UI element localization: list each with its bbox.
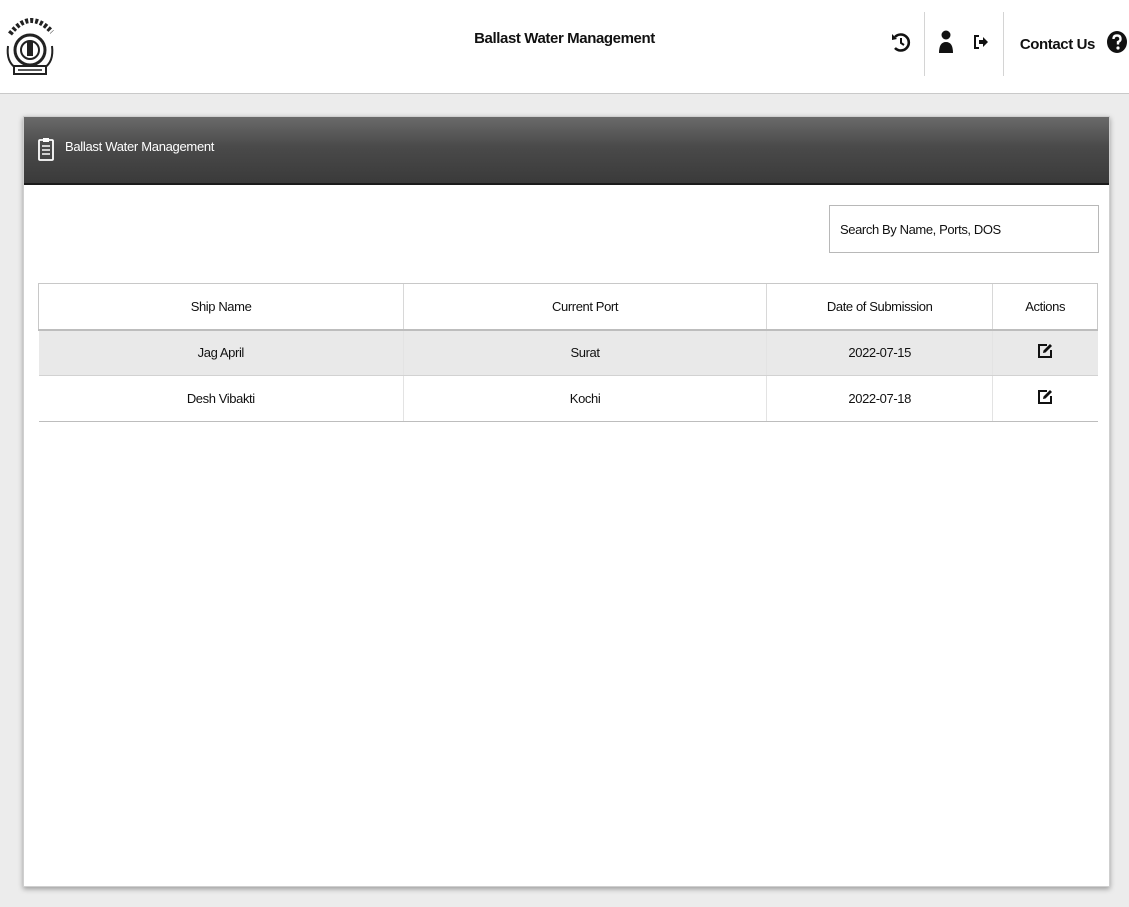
top-header: Ballast Water Management Contact Us <box>0 0 1129 94</box>
user-profile-button[interactable] <box>929 0 963 88</box>
column-header-actions: Actions <box>992 283 1098 331</box>
contact-us-link[interactable]: Contact Us <box>1008 0 1105 88</box>
header-divider <box>923 12 925 76</box>
edit-icon[interactable] <box>1037 389 1053 408</box>
clipboard-icon <box>38 137 54 166</box>
search-input[interactable] <box>829 205 1099 253</box>
logout-button[interactable] <box>963 0 999 88</box>
history-icon <box>891 31 911 58</box>
user-icon <box>938 30 954 59</box>
column-header-ship-name[interactable]: Ship Name <box>37 283 404 331</box>
table-row[interactable]: Desh Vibakti Kochi 2022-07-18 <box>38 375 1098 422</box>
column-header-current-port[interactable]: Current Port <box>403 283 767 331</box>
cell-current-port: Surat <box>403 329 767 376</box>
cell-date-of-submission: 2022-07-18 <box>766 375 993 422</box>
header-divider <box>1002 12 1004 76</box>
history-button[interactable] <box>882 0 920 88</box>
cell-ship-name: Desh Vibakti <box>38 375 404 422</box>
cell-current-port: Kochi <box>403 375 767 422</box>
help-icon <box>1106 30 1128 59</box>
submissions-table: Ship Name Current Port Date of Submissio… <box>37 283 1098 422</box>
panel-title: Ballast Water Management <box>65 139 215 154</box>
table-row[interactable]: Jag April Surat 2022-07-15 <box>38 329 1098 376</box>
page: Ballast Water Management Contact Us Ball… <box>0 0 1129 907</box>
logout-icon <box>973 34 989 54</box>
cell-date-of-submission: 2022-07-15 <box>766 329 993 376</box>
panel-header: Ballast Water Management <box>24 117 1109 185</box>
ballast-water-panel: Ballast Water Management Ship Name Curre… <box>23 116 1110 887</box>
cell-actions <box>992 375 1098 422</box>
edit-icon[interactable] <box>1037 343 1053 362</box>
header-actions: Contact Us <box>882 0 1129 88</box>
cell-ship-name: Jag April <box>38 329 404 376</box>
table-header-row: Ship Name Current Port Date of Submissio… <box>37 283 1098 331</box>
cell-actions <box>992 329 1098 376</box>
help-button[interactable] <box>1105 0 1129 88</box>
column-header-date-of-submission[interactable]: Date of Submission <box>766 283 993 331</box>
